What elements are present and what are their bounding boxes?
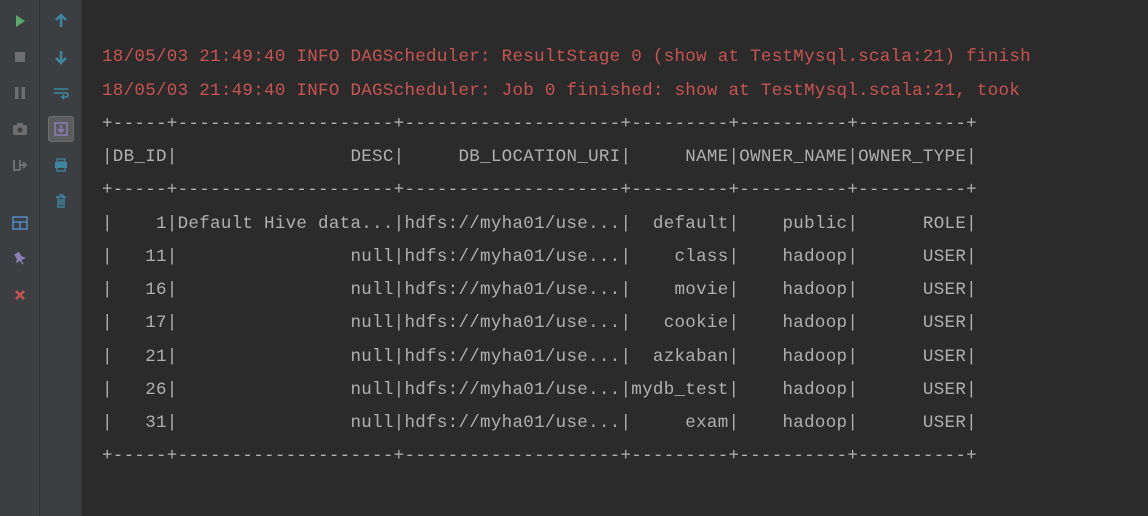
table-row: | 16| null|hdfs://myha01/use...| movie| … (102, 280, 977, 300)
soft-wrap-button[interactable] (48, 80, 74, 106)
print-button[interactable] (48, 152, 74, 178)
log-line: 18/05/03 21:49:40 INFO DAGScheduler: Res… (102, 47, 1031, 67)
table-row: | 1|Default Hive data...|hdfs://myha01/u… (102, 214, 977, 234)
camera-icon (12, 122, 28, 136)
log-line: 18/05/03 21:49:40 INFO DAGScheduler: Job… (102, 81, 1031, 101)
table-border: +-----+--------------------+------------… (102, 446, 977, 466)
table-border: +-----+--------------------+------------… (102, 114, 977, 134)
run-toolbar (0, 0, 40, 516)
scroll-end-icon (53, 121, 69, 137)
table-border: +-----+--------------------+------------… (102, 180, 977, 200)
table-row: | 21| null|hdfs://myha01/use...| azkaban… (102, 347, 977, 367)
dump-button[interactable] (7, 116, 33, 142)
pause-button[interactable] (7, 80, 33, 106)
exit-icon (12, 158, 28, 172)
close-icon (14, 289, 26, 301)
table-row: | 17| null|hdfs://myha01/use...| cookie|… (102, 313, 977, 333)
stop-button[interactable] (7, 44, 33, 70)
scroll-down-button[interactable] (48, 44, 74, 70)
clear-button[interactable] (48, 188, 74, 214)
wrap-icon (52, 86, 70, 100)
exit-button[interactable] (7, 152, 33, 178)
trash-icon (54, 193, 68, 209)
console-output[interactable]: 18/05/03 21:49:40 INFO DAGScheduler: Res… (82, 0, 1148, 516)
table-header: |DB_ID| DESC| DB_LOCATION_URI| NAME|OWNE… (102, 147, 977, 167)
pause-icon (14, 86, 26, 100)
stop-icon (14, 51, 26, 63)
run-button[interactable] (7, 8, 33, 34)
play-icon (13, 14, 27, 28)
pin-button[interactable] (7, 246, 33, 272)
table-row: | 31| null|hdfs://myha01/use...| exam| h… (102, 413, 977, 433)
close-button[interactable] (7, 282, 33, 308)
arrow-down-icon (54, 49, 68, 65)
console-toolbar (40, 0, 82, 516)
scroll-to-end-button[interactable] (48, 116, 74, 142)
arrow-up-icon (54, 13, 68, 29)
layout-button[interactable] (7, 210, 33, 236)
scroll-up-button[interactable] (48, 8, 74, 34)
table-row: | 11| null|hdfs://myha01/use...| class| … (102, 247, 977, 267)
table-row: | 26| null|hdfs://myha01/use...|mydb_tes… (102, 380, 977, 400)
pin-icon (13, 252, 27, 266)
layout-icon (12, 216, 28, 230)
print-icon (53, 157, 69, 173)
